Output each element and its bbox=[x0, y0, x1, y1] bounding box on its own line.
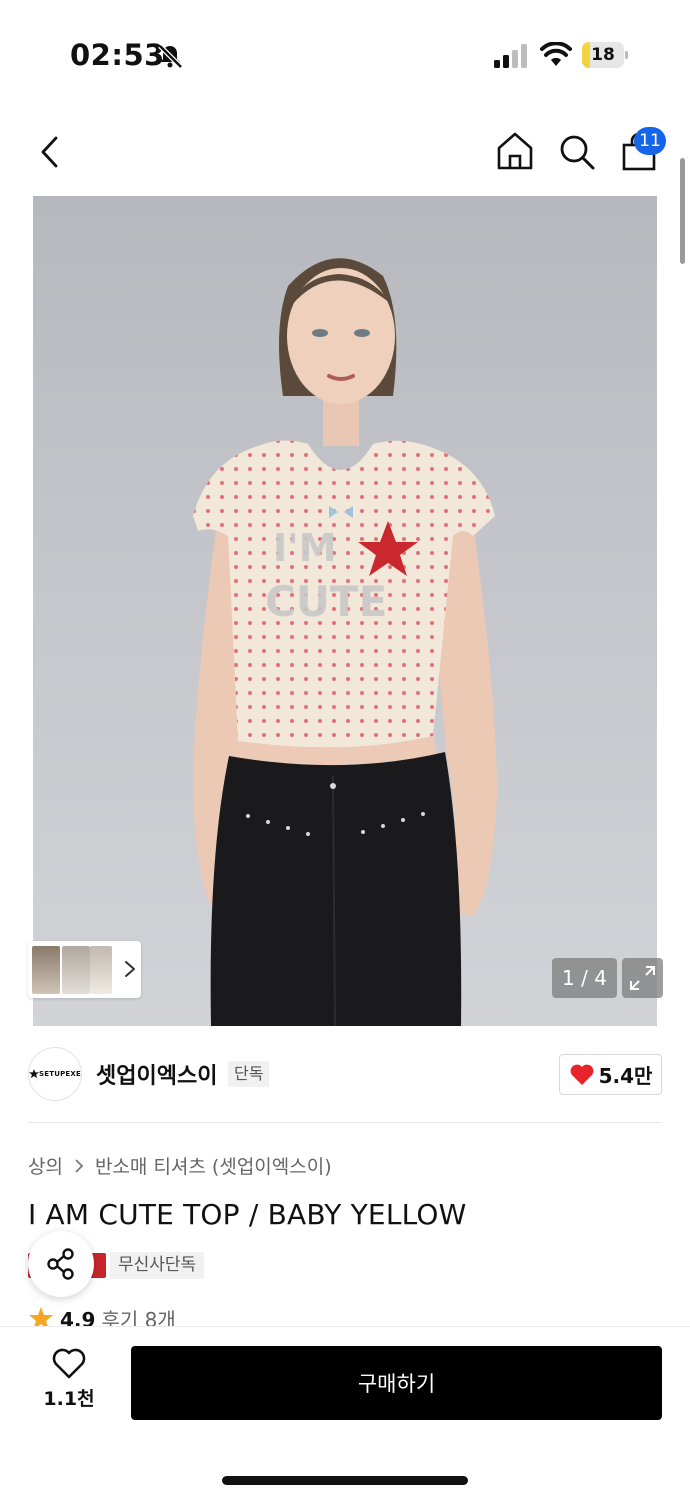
thumbnail-strip[interactable] bbox=[28, 941, 141, 998]
scrollbar[interactable] bbox=[680, 158, 685, 264]
cart-count-badge: 11 bbox=[634, 127, 666, 155]
model-photo: I'M CUTE bbox=[193, 258, 497, 1026]
brand-like-button[interactable]: 5.4만 bbox=[559, 1054, 662, 1095]
expand-icon bbox=[630, 966, 655, 990]
thumbnail-1[interactable] bbox=[32, 946, 60, 994]
search-button[interactable] bbox=[556, 130, 598, 174]
chevron-right-icon[interactable] bbox=[120, 957, 140, 981]
star-icon bbox=[29, 1307, 53, 1327]
heart-outline-icon bbox=[52, 1348, 86, 1379]
breadcrumb-item-subcategory[interactable]: 반소매 티셔츠 (셋업이엑스이) bbox=[95, 1152, 332, 1179]
brand-name[interactable]: 셋업이엑스이 bbox=[96, 1058, 217, 1090]
wifi-icon bbox=[540, 42, 572, 66]
product-image[interactable]: I'M CUTE bbox=[33, 196, 657, 1026]
rating-value: 4.9 bbox=[60, 1308, 96, 1327]
exclusive-tag: 단독 bbox=[228, 1061, 270, 1087]
store-exclusive-badge: 무신사단독 bbox=[110, 1252, 205, 1279]
home-icon bbox=[497, 132, 533, 170]
chevron-left-icon bbox=[41, 136, 58, 168]
share-icon bbox=[47, 1248, 74, 1280]
breadcrumb: 상의 반소매 티셔츠 (셋업이엑스이) bbox=[28, 1152, 332, 1179]
divider bbox=[28, 1122, 662, 1123]
back-button[interactable] bbox=[30, 130, 70, 174]
brand-logo[interactable]: SETUPEXE bbox=[28, 1047, 82, 1101]
breadcrumb-item-category[interactable]: 상의 bbox=[28, 1152, 63, 1179]
thumbnail-2[interactable] bbox=[62, 946, 90, 994]
home-indicator bbox=[222, 1476, 468, 1485]
status-time: 02:53 bbox=[70, 38, 165, 72]
review-count: 후기 8개 bbox=[101, 1308, 176, 1327]
image-counter: 1 / 4 bbox=[552, 958, 617, 998]
thumbnail-3[interactable] bbox=[90, 946, 112, 994]
buy-button[interactable]: 구매하기 bbox=[131, 1346, 662, 1420]
cellular-signal-icon bbox=[494, 44, 527, 68]
wishlist-count: 1.1천 bbox=[43, 1388, 95, 1410]
brand-star-icon bbox=[29, 1068, 40, 1079]
home-button[interactable] bbox=[494, 128, 536, 174]
svg-text:CUTE: CUTE bbox=[265, 577, 387, 626]
status-bar: 02:53 18 bbox=[0, 0, 690, 100]
expand-image-button[interactable] bbox=[622, 958, 663, 998]
search-icon bbox=[560, 135, 595, 170]
top-navigation bbox=[0, 120, 690, 184]
wishlist-button[interactable]: 1.1천 bbox=[40, 1348, 98, 1418]
battery-percent: 18 bbox=[591, 45, 615, 65]
svg-text:I'M: I'M bbox=[273, 526, 337, 570]
brand-like-count: 5.4만 bbox=[598, 1064, 653, 1088]
battery-indicator: 18 bbox=[582, 42, 628, 68]
heart-filled-icon bbox=[570, 1064, 593, 1085]
bell-muted-icon bbox=[158, 44, 183, 69]
share-button[interactable] bbox=[28, 1231, 94, 1297]
product-title: I AM CUTE TOP / BABY YELLOW bbox=[28, 1198, 467, 1231]
brand-logo-text: SETUPEXE bbox=[39, 1070, 81, 1078]
rating-row[interactable]: 4.9 후기 8개 bbox=[28, 1305, 176, 1327]
chevron-right-icon bbox=[75, 1158, 84, 1173]
